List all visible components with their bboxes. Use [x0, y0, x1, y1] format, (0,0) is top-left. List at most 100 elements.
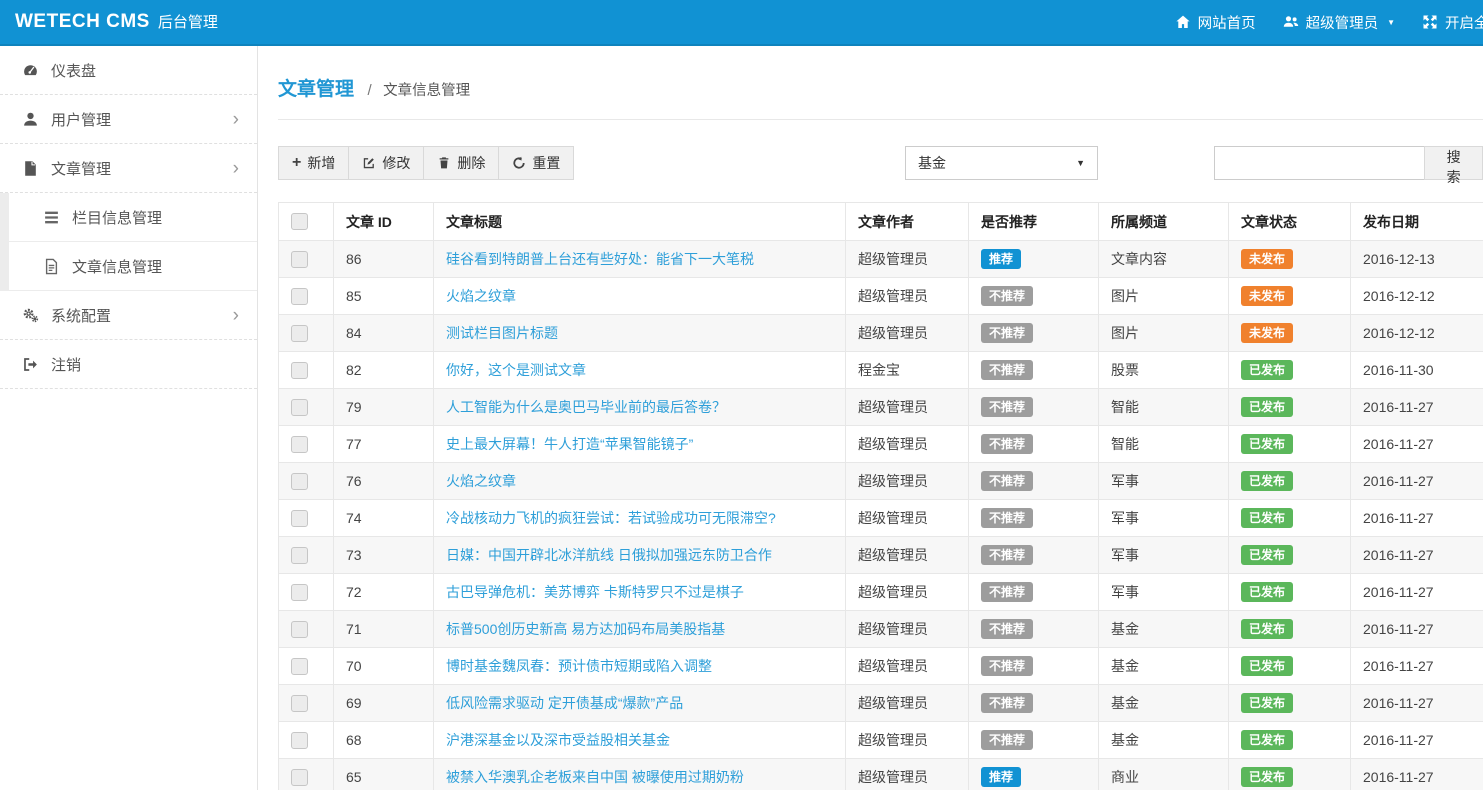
table-row: 71 标普500创历史新高 易方达加码布局美股指基 超级管理员 不推荐 基金 已… — [278, 610, 1483, 648]
nav-fullscreen[interactable]: 开启全屏 — [1422, 12, 1483, 33]
logout-icon — [22, 356, 42, 373]
search-input[interactable] — [1214, 146, 1426, 180]
sidebar: 仪表盘 用户管理 › 文章管理 › 栏目信息管理 文章信息管理 系统配置 › 注… — [0, 46, 258, 790]
recommend-cell: 不推荐 — [968, 721, 1099, 759]
row-checkbox[interactable] — [291, 250, 308, 268]
recommend-badge[interactable]: 不推荐 — [981, 656, 1034, 676]
sidebar-item-article-management[interactable]: 文章管理 › — [0, 144, 257, 193]
sidebar-item-dashboard[interactable]: 仪表盘 — [0, 46, 257, 95]
table-row: 82 你好，这个是测试文章 程金宝 不推荐 股票 已发布 2016-11-30 — [278, 351, 1483, 389]
row-checkbox[interactable] — [291, 731, 308, 749]
sidebar-item-column-info-management[interactable]: 栏目信息管理 — [0, 193, 257, 242]
status-cell: 已发布 — [1228, 647, 1351, 685]
row-checkbox[interactable] — [291, 509, 308, 527]
select-all-checkbox[interactable] — [291, 213, 308, 230]
fullscreen-icon — [1422, 14, 1438, 30]
status-badge[interactable]: 已发布 — [1241, 730, 1294, 750]
recommend-cell: 不推荐 — [968, 388, 1099, 426]
status-badge[interactable]: 未发布 — [1241, 323, 1294, 343]
status-badge[interactable]: 已发布 — [1241, 545, 1294, 565]
row-checkbox[interactable] — [291, 694, 308, 712]
channel-cell: 文章内容 — [1098, 240, 1229, 278]
publish-date-cell: 2016-12-12 — [1350, 314, 1483, 352]
recommend-badge[interactable]: 不推荐 — [981, 582, 1034, 602]
article-title-link[interactable]: 硅谷看到特朗普上台还有些好处：能省下一大笔税 — [446, 251, 754, 267]
status-badge[interactable]: 未发布 — [1241, 286, 1294, 306]
article-title-link[interactable]: 你好，这个是测试文章 — [446, 362, 586, 378]
sidebar-item-logout[interactable]: 注销 — [0, 340, 257, 389]
status-badge[interactable]: 已发布 — [1241, 582, 1294, 602]
row-checkbox[interactable] — [291, 361, 308, 379]
status-badge[interactable]: 已发布 — [1241, 767, 1294, 787]
sidebar-item-user-management[interactable]: 用户管理 › — [0, 95, 257, 144]
recommend-badge[interactable]: 不推荐 — [981, 323, 1034, 343]
channel-cell: 图片 — [1098, 314, 1229, 352]
recommend-badge[interactable]: 推荐 — [981, 249, 1022, 269]
add-button[interactable]: + 新增 — [278, 146, 350, 180]
article-id-cell: 74 — [333, 499, 434, 537]
publish-date-cell: 2016-12-12 — [1350, 277, 1483, 315]
article-title-link[interactable]: 史上最大屏幕！牛人打造“苹果智能镜子” — [446, 436, 693, 452]
article-author-cell: 超级管理员 — [845, 758, 969, 790]
recommend-badge[interactable]: 不推荐 — [981, 508, 1034, 528]
recommend-badge[interactable]: 不推荐 — [981, 730, 1034, 750]
status-badge[interactable]: 已发布 — [1241, 619, 1294, 639]
status-badge[interactable]: 已发布 — [1241, 656, 1294, 676]
recommend-badge[interactable]: 不推荐 — [981, 619, 1034, 639]
row-checkbox[interactable] — [291, 657, 308, 675]
recommend-badge[interactable]: 不推荐 — [981, 360, 1034, 380]
article-title-link[interactable]: 博时基金魏凤春：预计债市短期或陷入调整 — [446, 658, 712, 674]
status-badge[interactable]: 已发布 — [1241, 693, 1294, 713]
recommend-badge[interactable]: 不推荐 — [981, 545, 1034, 565]
article-title-link[interactable]: 测试栏目图片标题 — [446, 325, 558, 341]
delete-button[interactable]: 删除 — [423, 146, 500, 180]
article-title-link[interactable]: 火焰之纹章 — [446, 288, 516, 304]
row-checkbox[interactable] — [291, 324, 308, 342]
reset-button[interactable]: 重置 — [498, 146, 575, 180]
article-title-link[interactable]: 沪港深基金以及深市受益股相关基金 — [446, 732, 670, 748]
publish-date-cell: 2016-11-27 — [1350, 610, 1483, 648]
status-badge[interactable]: 已发布 — [1241, 508, 1294, 528]
article-title-link[interactable]: 被禁入华澳乳企老板来自中国 被曝使用过期奶粉 — [446, 769, 744, 785]
recommend-badge[interactable]: 不推荐 — [981, 693, 1034, 713]
status-badge[interactable]: 未发布 — [1241, 249, 1294, 269]
article-title-link[interactable]: 标普500创历史新高 易方达加码布局美股指基 — [446, 621, 725, 637]
row-checkbox[interactable] — [291, 620, 308, 638]
row-checkbox[interactable] — [291, 472, 308, 490]
article-title-link[interactable]: 冷战核动力飞机的疯狂尝试：若试验成功可无限滞空? — [446, 510, 776, 526]
recommend-badge[interactable]: 推荐 — [981, 767, 1022, 787]
article-title-link[interactable]: 人工智能为什么是奥巴马毕业前的最后答卷？ — [446, 399, 726, 415]
recommend-badge[interactable]: 不推荐 — [981, 434, 1034, 454]
row-checkbox[interactable] — [291, 398, 308, 416]
nav-site-home[interactable]: 网站首页 — [1175, 12, 1256, 33]
recommend-badge[interactable]: 不推荐 — [981, 286, 1034, 306]
row-checkbox[interactable] — [291, 287, 308, 305]
status-cell: 已发布 — [1228, 388, 1351, 426]
article-title-link[interactable]: 火焰之纹章 — [446, 473, 516, 489]
nav-admin-menu[interactable]: 超级管理员 ▼ — [1283, 12, 1395, 33]
article-title-link[interactable]: 日媒：中国开辟北冰洋航线 日俄拟加强远东防卫合作 — [446, 547, 772, 563]
recommend-badge[interactable]: 不推荐 — [981, 471, 1034, 491]
article-title-link[interactable]: 古巴导弹危机：美苏博弈 卡斯特罗只不过是棋子 — [446, 584, 744, 600]
row-checkbox[interactable] — [291, 768, 308, 786]
channel-cell: 商业 — [1098, 758, 1229, 790]
row-checkbox[interactable] — [291, 435, 308, 453]
table-row: 77 史上最大屏幕！牛人打造“苹果智能镜子” 超级管理员 不推荐 智能 已发布 … — [278, 425, 1483, 463]
status-badge[interactable]: 已发布 — [1241, 360, 1294, 380]
search-button[interactable]: 搜索 — [1424, 146, 1483, 185]
edit-button[interactable]: 修改 — [348, 146, 425, 180]
status-cell: 已发布 — [1228, 499, 1351, 537]
channel-cell: 军事 — [1098, 536, 1229, 574]
status-badge[interactable]: 已发布 — [1241, 434, 1294, 454]
sidebar-item-system-config[interactable]: 系统配置 › — [0, 291, 257, 340]
article-title-link[interactable]: 低风险需求驱动 定开债基成“爆款”产品 — [446, 695, 683, 711]
recommend-cell: 推荐 — [968, 240, 1099, 278]
status-badge[interactable]: 已发布 — [1241, 471, 1294, 491]
row-checkbox[interactable] — [291, 546, 308, 564]
status-badge[interactable]: 已发布 — [1241, 397, 1294, 417]
recommend-badge[interactable]: 不推荐 — [981, 397, 1034, 417]
sidebar-item-article-info-management[interactable]: 文章信息管理 — [0, 242, 257, 291]
row-checkbox[interactable] — [291, 583, 308, 601]
publish-date-cell: 2016-11-30 — [1350, 351, 1483, 389]
channel-filter-select[interactable]: 基金 ▼ — [905, 146, 1098, 180]
